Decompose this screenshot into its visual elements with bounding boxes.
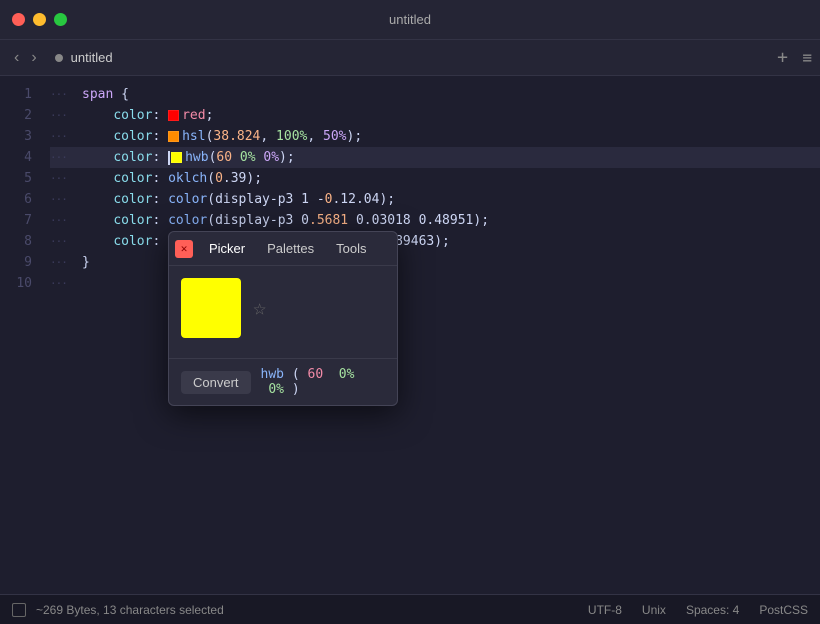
code-line: ··· [50, 273, 820, 294]
picker-footer: Convert hwb ( 60 0% 0% ) [169, 358, 397, 405]
color-picker-popup: ✕ Picker Palettes Tools ☆ [168, 231, 398, 406]
minimize-button[interactable] [33, 13, 46, 26]
convert-fn: hwb [261, 367, 284, 382]
status-right: UTF-8 Unix Spaces: 4 PostCSS [588, 603, 808, 617]
color-preview-swatch [181, 278, 241, 338]
convert-value: hwb ( 60 0% 0% ) [261, 367, 385, 397]
status-icon [12, 603, 26, 617]
convert-button[interactable]: Convert [181, 371, 251, 394]
syntax-label[interactable]: PostCSS [759, 603, 808, 617]
maximize-button[interactable] [54, 13, 67, 26]
tab-label: untitled [71, 50, 113, 65]
favorite-button[interactable]: ☆ [253, 296, 266, 321]
editor-area: 1 2 3 4 5 6 7 8 9 10 ··· span { ··· colo… [0, 76, 820, 594]
convert-w: 0% [331, 367, 354, 382]
color-preview-row: ☆ [181, 278, 385, 338]
indent-label[interactable]: Spaces: 4 [686, 603, 739, 617]
tabbar: ‹ › untitled + ≡ [0, 40, 820, 76]
tab-menu-button[interactable]: ≡ [802, 48, 812, 67]
color-swatch-hsl[interactable] [168, 131, 179, 142]
code-line: ··· color : red ; [50, 105, 820, 126]
picker-close-button[interactable]: ✕ [175, 240, 193, 258]
tab-dot [55, 54, 63, 62]
code-line: ··· span { [50, 84, 820, 105]
status-file-info: ~269 Bytes, 13 characters selected [36, 603, 224, 617]
code-line: ··· color : hsl ( 38.824 , 100% , 50% ); [50, 126, 820, 147]
code-line: ··· color : color (display-p3 0 .5681 0.… [50, 210, 820, 231]
code-line: ··· color : color (display-p3 1 - 0 .12.… [50, 189, 820, 210]
code-line-active: ··· color : hwb ( 60 0% 0% ); [50, 147, 820, 168]
tab-tools[interactable]: Tools [326, 232, 376, 266]
back-button[interactable]: ‹ [8, 49, 25, 67]
encoding-label[interactable]: UTF-8 [588, 603, 622, 617]
color-swatch-red[interactable] [168, 110, 179, 121]
convert-h: 60 [308, 367, 324, 382]
tab-picker[interactable]: Picker [199, 232, 255, 266]
code-line: ··· color : color (display-p3 0 0.51467 … [50, 231, 820, 252]
statusbar: ~269 Bytes, 13 characters selected UTF-8… [0, 594, 820, 624]
color-swatch-hwb[interactable] [171, 152, 182, 163]
code-line: ··· } [50, 252, 820, 273]
picker-body: ☆ [169, 266, 397, 358]
picker-tabs: Picker Palettes Tools [199, 232, 391, 266]
code-content[interactable]: ··· span { ··· color : red ; ··· color :… [42, 76, 820, 594]
code-line: ··· color : oklch ( 0 .39 ); [50, 168, 820, 189]
tab-palettes[interactable]: Palettes [257, 232, 324, 266]
convert-b: 0% [261, 382, 284, 397]
titlebar: untitled [0, 0, 820, 40]
new-tab-button[interactable]: + [777, 47, 788, 68]
cursor [168, 151, 170, 165]
tab-item[interactable]: untitled [43, 40, 125, 75]
picker-header: ✕ Picker Palettes Tools [169, 232, 397, 266]
close-button[interactable] [12, 13, 25, 26]
window-title: untitled [389, 12, 431, 27]
close-icon: ✕ [181, 242, 188, 255]
titlebar-buttons [12, 13, 67, 26]
line-numbers: 1 2 3 4 5 6 7 8 9 10 [0, 76, 42, 594]
forward-button[interactable]: › [25, 49, 42, 67]
line-ending-label[interactable]: Unix [642, 603, 666, 617]
